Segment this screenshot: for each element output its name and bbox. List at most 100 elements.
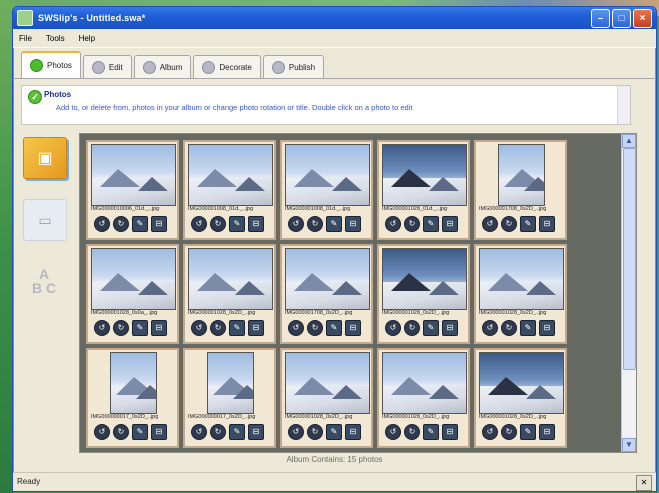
delete-photo-icon[interactable]: ⊟ bbox=[248, 424, 264, 440]
rotate-right-icon[interactable]: ↻ bbox=[307, 216, 323, 232]
delete-photo-icon[interactable]: ⊟ bbox=[539, 424, 555, 440]
tab-edit[interactable]: Edit bbox=[82, 55, 132, 78]
photo-card[interactable]: IMG000001028_0s2D_..jpg ↺ ↻ ✎ ⊟ bbox=[474, 244, 567, 344]
edit-photo-icon[interactable]: ✎ bbox=[229, 424, 245, 440]
close-button[interactable]: × bbox=[633, 8, 652, 28]
photo-card[interactable]: IMG000001008_01d._..jpg ↺ ↻ ✎ ⊟ bbox=[280, 140, 373, 240]
edit-photo-icon[interactable]: ✎ bbox=[423, 320, 439, 336]
photo-card[interactable]: IMG000000017_0s2D_..jpg ↺ ↻ ✎ ⊟ bbox=[86, 348, 179, 448]
rotate-left-icon[interactable]: ↺ bbox=[191, 424, 207, 440]
scroll-up-icon[interactable]: ▲ bbox=[622, 134, 636, 148]
tab-photos[interactable]: Photos bbox=[21, 51, 81, 78]
delete-photo-icon[interactable]: ⊟ bbox=[248, 320, 264, 336]
delete-photo-icon[interactable]: ⊟ bbox=[248, 216, 264, 232]
rotate-right-icon[interactable]: ↻ bbox=[501, 320, 517, 336]
delete-photo-icon[interactable]: ⊟ bbox=[442, 216, 458, 232]
edit-photo-icon[interactable]: ✎ bbox=[229, 320, 245, 336]
rotate-left-icon[interactable]: ↺ bbox=[482, 424, 498, 440]
rotate-right-icon[interactable]: ↻ bbox=[210, 320, 226, 336]
photo-card[interactable]: IMG000001708_0s2D_..jpg ↺ ↻ ✎ ⊟ bbox=[474, 140, 567, 240]
edit-photo-icon[interactable]: ✎ bbox=[326, 216, 342, 232]
tab-decorate[interactable]: Decorate bbox=[193, 55, 261, 78]
photo-card[interactable]: IMG000001708_0s2D_..jpg ↺ ↻ ✎ ⊟ bbox=[280, 244, 373, 344]
edit-photo-icon[interactable]: ✎ bbox=[132, 424, 148, 440]
gallery-scrollbar[interactable]: ▲ ▼ bbox=[621, 134, 636, 452]
rotate-left-icon[interactable]: ↺ bbox=[191, 320, 207, 336]
text-caption-button[interactable]: A B C bbox=[23, 261, 65, 301]
scroll-thumb[interactable] bbox=[623, 148, 636, 370]
delete-photo-icon[interactable]: ⊟ bbox=[539, 320, 555, 336]
edit-photo-icon[interactable]: ✎ bbox=[520, 320, 536, 336]
maximize-button[interactable]: □ bbox=[612, 8, 631, 28]
rotate-right-icon[interactable]: ↻ bbox=[307, 320, 323, 336]
rotate-right-icon[interactable]: ↻ bbox=[501, 216, 517, 232]
rotate-left-icon[interactable]: ↺ bbox=[191, 216, 207, 232]
tab-publish[interactable]: Publish bbox=[262, 55, 325, 78]
photo-card[interactable]: IMG000001028_0s0a_..jpg ↺ ↻ ✎ ⊟ bbox=[86, 244, 179, 344]
rotate-right-icon[interactable]: ↻ bbox=[113, 424, 129, 440]
photo-card[interactable]: IMG0000010006_01d._..jpg ↺ ↻ ✎ ⊟ bbox=[86, 140, 179, 240]
rotate-right-icon[interactable]: ↻ bbox=[404, 424, 420, 440]
rotate-right-icon[interactable]: ↻ bbox=[404, 216, 420, 232]
scroll-down-icon[interactable]: ▼ bbox=[622, 438, 636, 452]
image-edit-button[interactable]: ▭ bbox=[23, 199, 67, 241]
rotate-left-icon[interactable]: ↺ bbox=[385, 216, 401, 232]
rotate-left-icon[interactable]: ↺ bbox=[288, 216, 304, 232]
title-bar[interactable]: SWSlip's - Untitled.swa* – □ × bbox=[13, 7, 656, 29]
photo-card[interactable]: IMG000001028_0s2D_..jpg ↺ ↻ ✎ ⊟ bbox=[183, 244, 276, 344]
photo-thumbnail[interactable] bbox=[382, 248, 467, 310]
status-close-icon[interactable]: ✕ bbox=[636, 475, 652, 491]
edit-photo-icon[interactable]: ✎ bbox=[229, 216, 245, 232]
photo-card[interactable]: IMG000000017_0s2D_..jpg ↺ ↻ ✎ ⊟ bbox=[183, 348, 276, 448]
delete-photo-icon[interactable]: ⊟ bbox=[345, 424, 361, 440]
photo-card[interactable]: IMG000001028_0s2D_..jpg ↺ ↻ ✎ ⊟ bbox=[474, 348, 567, 448]
photo-thumbnail[interactable] bbox=[110, 352, 157, 414]
photo-thumbnail[interactable] bbox=[285, 248, 370, 310]
photo-card[interactable]: IMG000001008_01d._..jpg ↺ ↻ ✎ ⊟ bbox=[183, 140, 276, 240]
edit-photo-icon[interactable]: ✎ bbox=[326, 424, 342, 440]
rotate-right-icon[interactable]: ↻ bbox=[404, 320, 420, 336]
edit-photo-icon[interactable]: ✎ bbox=[423, 216, 439, 232]
rotate-left-icon[interactable]: ↺ bbox=[482, 216, 498, 232]
rotate-right-icon[interactable]: ↻ bbox=[113, 320, 129, 336]
delete-photo-icon[interactable]: ⊟ bbox=[442, 320, 458, 336]
photo-thumbnail[interactable] bbox=[91, 144, 176, 206]
edit-photo-icon[interactable]: ✎ bbox=[520, 216, 536, 232]
photo-card[interactable]: IMG000001028_0s2D_..jpg ↺ ↻ ✎ ⊟ bbox=[280, 348, 373, 448]
edit-photo-icon[interactable]: ✎ bbox=[132, 216, 148, 232]
minimize-button[interactable]: – bbox=[591, 8, 610, 28]
photo-thumbnail[interactable] bbox=[498, 144, 545, 206]
rotate-right-icon[interactable]: ↻ bbox=[307, 424, 323, 440]
photo-thumbnail[interactable] bbox=[207, 352, 254, 414]
rotate-left-icon[interactable]: ↺ bbox=[94, 424, 110, 440]
edit-photo-icon[interactable]: ✎ bbox=[423, 424, 439, 440]
rotate-left-icon[interactable]: ↺ bbox=[482, 320, 498, 336]
rotate-right-icon[interactable]: ↻ bbox=[501, 424, 517, 440]
album-folder-button[interactable]: ▣ bbox=[23, 137, 67, 179]
delete-photo-icon[interactable]: ⊟ bbox=[151, 424, 167, 440]
delete-photo-icon[interactable]: ⊟ bbox=[345, 320, 361, 336]
photo-thumbnail[interactable] bbox=[479, 352, 564, 414]
edit-photo-icon[interactable]: ✎ bbox=[132, 320, 148, 336]
rotate-left-icon[interactable]: ↺ bbox=[385, 424, 401, 440]
delete-photo-icon[interactable]: ⊟ bbox=[539, 216, 555, 232]
rotate-right-icon[interactable]: ↻ bbox=[210, 424, 226, 440]
edit-photo-icon[interactable]: ✎ bbox=[326, 320, 342, 336]
photo-thumbnail[interactable] bbox=[91, 248, 176, 310]
photo-thumbnail[interactable] bbox=[479, 248, 564, 310]
delete-photo-icon[interactable]: ⊟ bbox=[442, 424, 458, 440]
rotate-right-icon[interactable]: ↻ bbox=[210, 216, 226, 232]
menu-tools[interactable]: Tools bbox=[46, 34, 65, 43]
menu-file[interactable]: File bbox=[19, 34, 32, 43]
info-scrollbar[interactable] bbox=[617, 86, 630, 124]
delete-photo-icon[interactable]: ⊟ bbox=[151, 320, 167, 336]
rotate-right-icon[interactable]: ↻ bbox=[113, 216, 129, 232]
photo-thumbnail[interactable] bbox=[382, 144, 467, 206]
photo-card[interactable]: IMG000001028_0s2D_..jpg ↺ ↻ ✎ ⊟ bbox=[377, 244, 470, 344]
delete-photo-icon[interactable]: ⊟ bbox=[345, 216, 361, 232]
photo-thumbnail[interactable] bbox=[188, 144, 273, 206]
rotate-left-icon[interactable]: ↺ bbox=[94, 320, 110, 336]
photo-card[interactable]: IMG000001028_0s2D_..jpg ↺ ↻ ✎ ⊟ bbox=[377, 348, 470, 448]
photo-thumbnail[interactable] bbox=[285, 352, 370, 414]
photo-thumbnail[interactable] bbox=[382, 352, 467, 414]
